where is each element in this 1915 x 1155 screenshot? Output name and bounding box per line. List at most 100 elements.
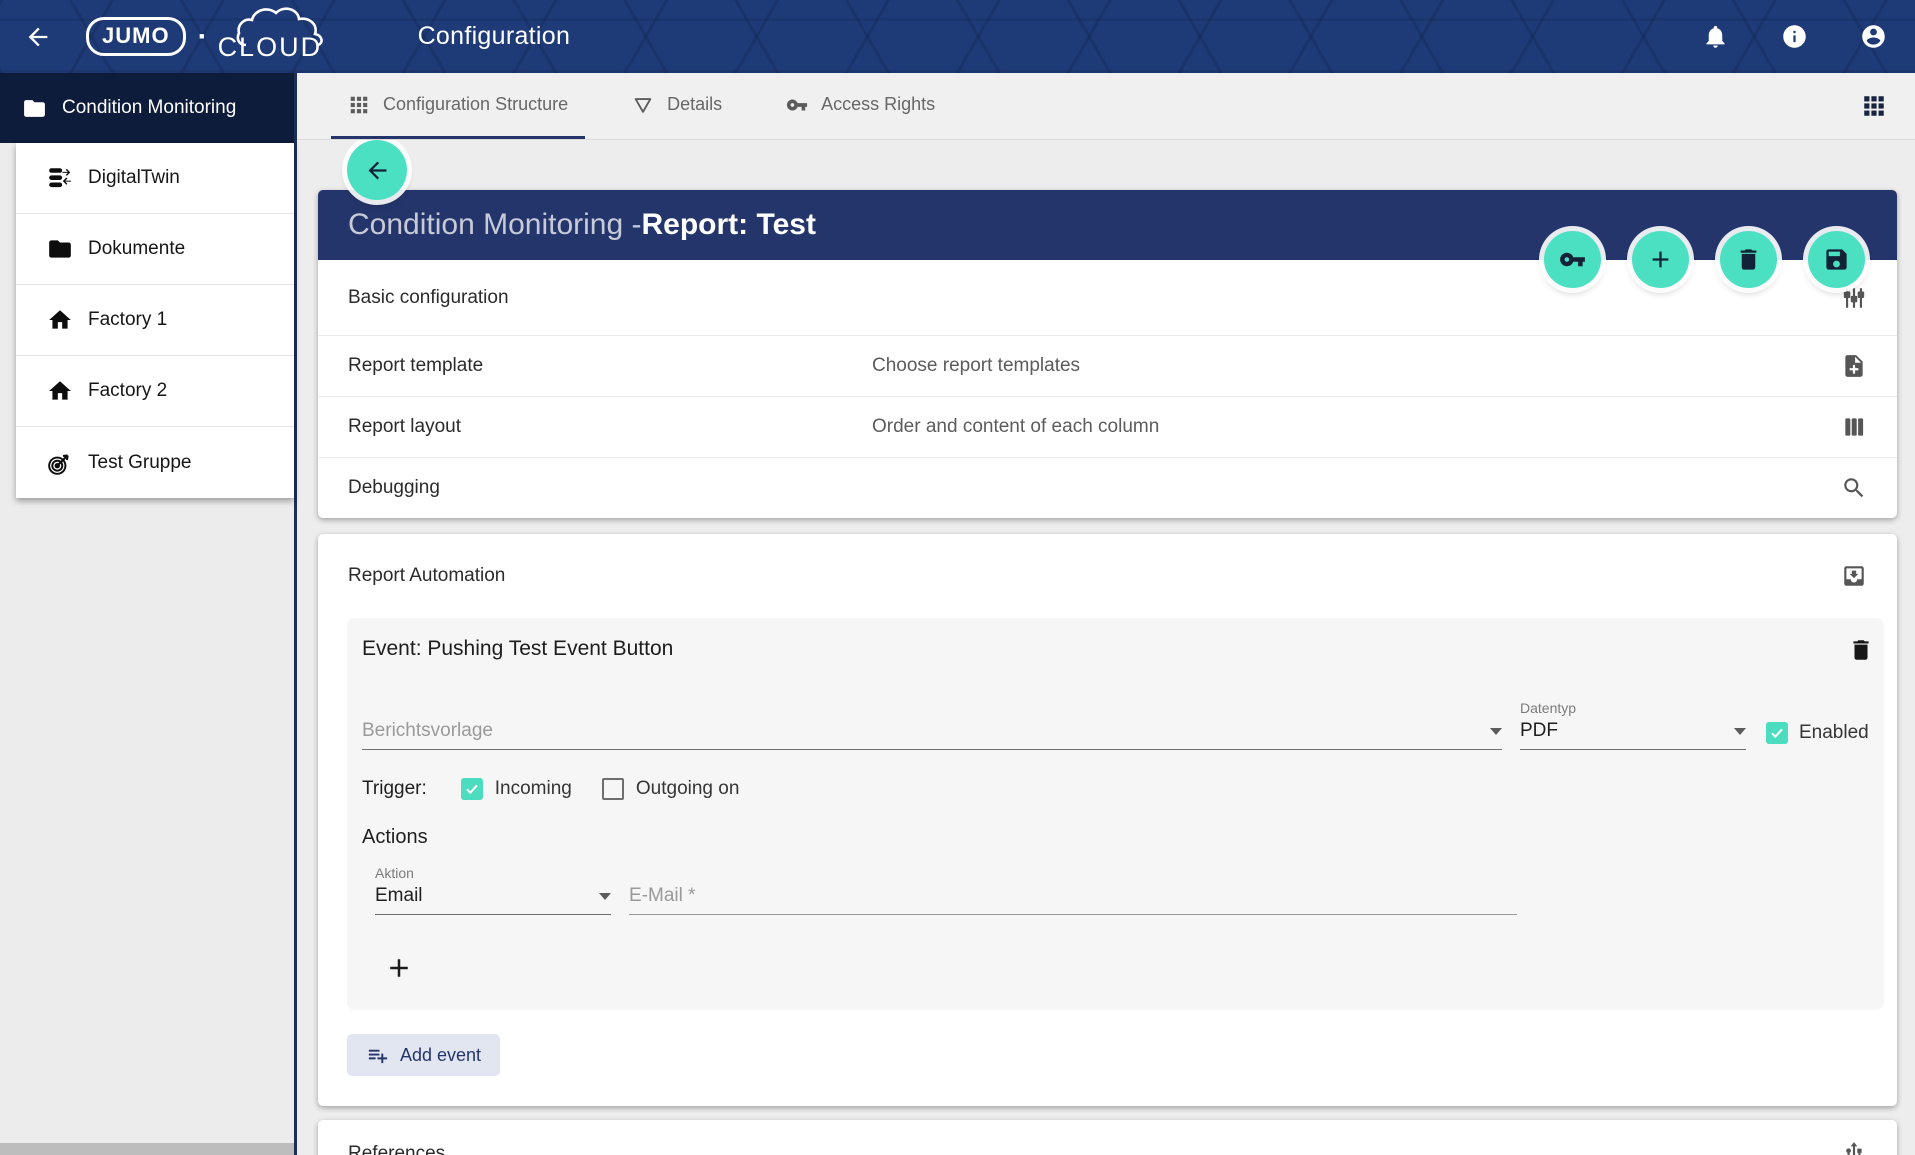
sidebar-item-label: Condition Monitoring — [62, 97, 236, 119]
sidebar-item-label: Factory 1 — [88, 309, 167, 331]
add-event-label: Add event — [400, 1045, 481, 1066]
row-label: Debugging — [348, 477, 872, 499]
grid-icon — [348, 94, 370, 116]
info-icon[interactable] — [1781, 23, 1808, 50]
tab-bar: Configuration Structure Details Access R… — [297, 73, 1915, 140]
back-fab-button[interactable] — [347, 140, 407, 200]
app-title: Configuration — [418, 22, 571, 51]
action-select[interactable]: Aktion Email — [375, 865, 611, 915]
sidebar-item-label: Factory 2 — [88, 380, 167, 402]
sidebar-item-label: DigitalTwin — [88, 167, 180, 189]
topbar-actions — [1702, 23, 1887, 50]
playlist-add-icon — [366, 1044, 389, 1067]
back-icon[interactable] — [24, 23, 52, 51]
bell-icon[interactable] — [1702, 23, 1729, 50]
event-title: Event: Pushing Test Event Button — [362, 637, 673, 661]
sidebar-item-factory-2[interactable]: Factory 2 — [16, 356, 294, 427]
select-label: Aktion — [375, 865, 611, 881]
outgoing-label: Outgoing on — [636, 778, 740, 800]
tab-label: Access Rights — [821, 94, 935, 115]
inbox-download-icon — [1841, 563, 1867, 589]
chevron-down-icon — [1490, 728, 1502, 735]
tab-label: Configuration Structure — [383, 94, 568, 115]
sidebar-scrollbar[interactable] — [0, 1143, 294, 1155]
account-icon[interactable] — [1860, 23, 1887, 50]
funnel-icon — [632, 94, 654, 116]
row-debugging[interactable]: Debugging — [318, 457, 1897, 518]
row-label: Basic configuration — [348, 287, 872, 309]
row-value: Choose report templates — [872, 355, 1841, 377]
sidebar-item-label: Test Gruppe — [88, 452, 192, 474]
sidebar-item-label: Dokumente — [88, 238, 185, 260]
search-icon — [1841, 475, 1867, 501]
event-card: Event: Pushing Test Event Button Bericht… — [347, 618, 1884, 1010]
folder-icon — [22, 96, 47, 121]
sidebar-item-dokumente[interactable]: Dokumente — [16, 214, 294, 285]
select-placeholder: Berichtsvorlage — [362, 720, 493, 742]
report-template-select[interactable]: Berichtsvorlage — [362, 720, 1502, 750]
delete-button[interactable] — [1720, 231, 1777, 288]
row-label: Report template — [348, 355, 872, 377]
incoming-checkbox[interactable] — [461, 778, 483, 800]
detail-title-emphasis: Report: Test — [641, 208, 815, 242]
add-button[interactable] — [1632, 231, 1689, 288]
configuration-card: Condition Monitoring - Report: Test — [318, 190, 1897, 518]
plus-icon — [384, 953, 414, 983]
email-placeholder: E-Mail * — [629, 885, 696, 907]
brand-dot: · — [198, 20, 208, 54]
check-icon — [464, 781, 480, 797]
row-report-layout[interactable]: Report layout Order and content of each … — [318, 396, 1897, 457]
select-label: Datentyp — [1520, 700, 1746, 716]
enabled-checkbox[interactable] — [1766, 722, 1788, 744]
access-key-button[interactable] — [1544, 231, 1601, 288]
key-icon — [1559, 246, 1586, 273]
cloud-logo: CLOUD — [218, 7, 340, 67]
brand-logo: JUMO · CLOUD — [86, 7, 340, 67]
sidebar-list: DigitalTwin Dokumente Factory 1 Factory … — [16, 143, 294, 498]
tab-details[interactable]: Details — [615, 73, 739, 139]
home-icon — [47, 378, 73, 404]
app-root: JUMO · CLOUD Configuration — [0, 0, 1915, 1155]
add-event-button[interactable]: Add event — [347, 1034, 500, 1076]
save-button[interactable] — [1808, 231, 1865, 288]
references-card[interactable]: References — [318, 1120, 1897, 1155]
incoming-label: Incoming — [495, 778, 572, 800]
row-report-automation[interactable]: Report Automation — [318, 534, 1897, 618]
apps-grid-icon[interactable] — [1861, 93, 1887, 119]
target-icon — [47, 450, 73, 476]
note-add-icon — [1841, 353, 1867, 379]
sidebar-item-test-gruppe[interactable]: Test Gruppe — [16, 427, 294, 498]
trash-icon — [1735, 246, 1762, 273]
row-report-template[interactable]: Report template Choose report templates — [318, 335, 1897, 396]
main-area: Configuration Structure Details Access R… — [297, 73, 1915, 1155]
sidebar-item-condition-monitoring[interactable]: Condition Monitoring — [0, 73, 294, 143]
outgoing-checkbox[interactable] — [602, 778, 624, 800]
save-icon — [1823, 246, 1850, 273]
header-action-buttons — [1544, 231, 1865, 288]
columns-icon — [1841, 414, 1867, 440]
datatype-select[interactable]: Datentyp PDF — [1520, 700, 1746, 750]
section-title: Report Automation — [348, 565, 872, 587]
actions-title: Actions — [362, 826, 1874, 849]
email-field[interactable]: E-Mail * — [629, 885, 1517, 915]
sliders-icon — [1841, 285, 1867, 311]
tab-configuration-structure[interactable]: Configuration Structure — [331, 73, 585, 139]
key-icon — [786, 94, 808, 116]
folder-icon — [47, 236, 73, 262]
sidebar-item-digitaltwin[interactable]: DigitalTwin — [16, 143, 294, 214]
add-action-button[interactable] — [384, 953, 414, 983]
select-value: Email — [375, 885, 423, 907]
content-area: Condition Monitoring - Report: Test — [297, 140, 1915, 1155]
sidebar-item-factory-1[interactable]: Factory 1 — [16, 285, 294, 356]
trigger-label: Trigger: — [362, 778, 427, 800]
row-label: Report layout — [348, 416, 872, 438]
cloud-text: CLOUD — [218, 32, 323, 63]
check-icon — [1769, 725, 1785, 741]
chevron-down-icon — [599, 893, 611, 900]
tab-access-rights[interactable]: Access Rights — [769, 73, 952, 139]
references-title: References — [348, 1143, 1841, 1155]
delete-event-button[interactable] — [1848, 637, 1874, 663]
home-icon — [47, 307, 73, 333]
chevron-down-icon — [1734, 728, 1746, 735]
sidebar: Condition Monitoring DigitalTwin Dokumen… — [0, 73, 297, 1155]
